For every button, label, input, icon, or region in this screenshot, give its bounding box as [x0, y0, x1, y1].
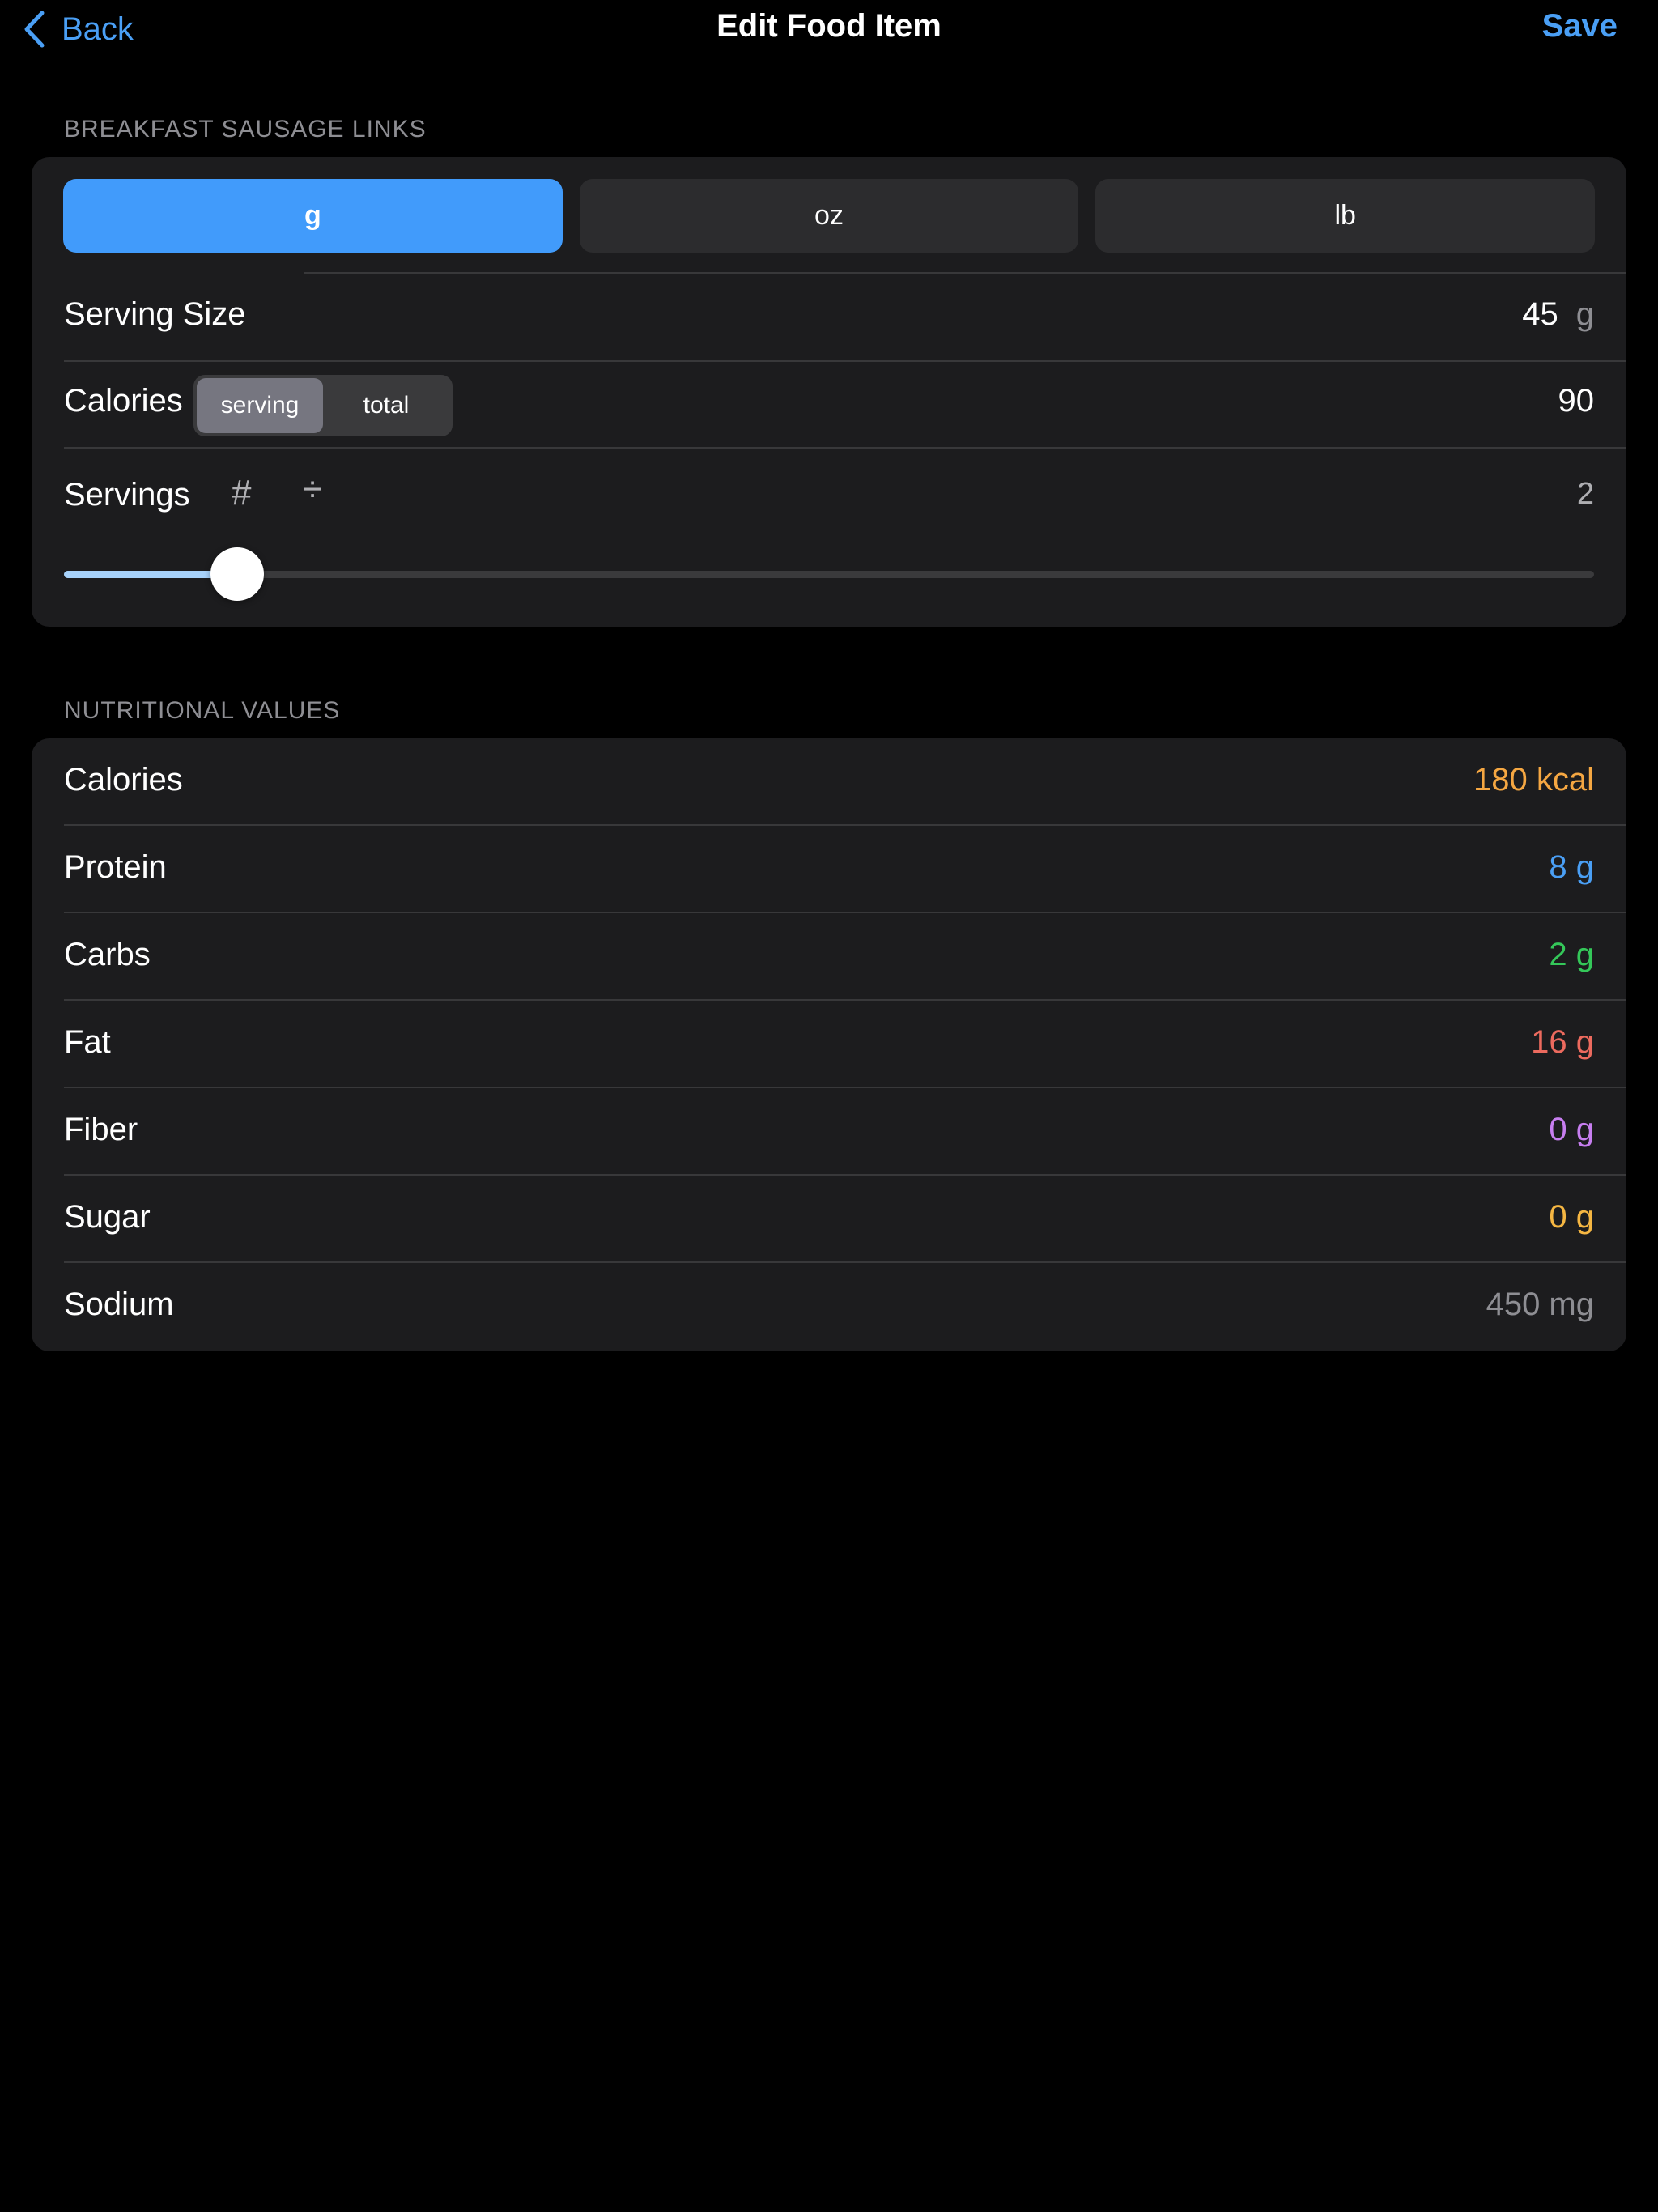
nutrition-label: Fiber — [64, 1112, 138, 1147]
unit-option-lb[interactable]: lb — [1095, 179, 1596, 253]
divide-icon[interactable]: ÷ — [303, 470, 322, 510]
mode-option-serving[interactable]: serving — [197, 378, 323, 433]
nutrition-row-carbs: Carbs 2 g — [32, 913, 1626, 1001]
nutrition-label: Sodium — [64, 1287, 174, 1322]
nutrition-value: 0 g — [1549, 1199, 1594, 1235]
nutrition-value: 16 g — [1531, 1024, 1594, 1060]
divider — [64, 447, 1626, 449]
unit-option-g[interactable]: g — [63, 179, 563, 253]
serving-size-value[interactable]: 45 — [1522, 296, 1558, 333]
slider-thumb[interactable] — [210, 547, 264, 601]
hash-icon[interactable]: # — [232, 473, 251, 513]
nutrition-value: 450 mg — [1486, 1287, 1594, 1322]
nutrition-value: 8 g — [1549, 849, 1594, 885]
servings-label: Servings — [64, 477, 190, 513]
calories-value[interactable]: 90 — [1558, 383, 1595, 419]
nutrition-row-fat: Fat 16 g — [32, 1001, 1626, 1088]
divider — [64, 360, 1626, 362]
edit-food-item-screen: Back Edit Food Item Save BREAKFAST SAUSA… — [0, 0, 1658, 2212]
nutrition-row-calories: Calories 180 kcal — [32, 738, 1626, 826]
calories-mode-toggle: serving total — [193, 375, 453, 436]
servings-slider[interactable] — [64, 547, 1594, 601]
nutrition-label: Sugar — [64, 1199, 151, 1235]
nutrition-card: Calories 180 kcal Protein 8 g Carbs 2 g … — [32, 738, 1626, 1351]
nutrition-row-sugar: Sugar 0 g — [32, 1176, 1626, 1263]
nutrition-row-sodium: Sodium 450 mg — [32, 1263, 1626, 1351]
nutrition-value: 180 kcal — [1473, 762, 1594, 798]
serving-size-label: Serving Size — [64, 296, 246, 332]
unit-selector: g oz lb — [63, 179, 1596, 253]
calories-label: Calories — [64, 383, 183, 419]
nutrition-row-fiber: Fiber 0 g — [32, 1088, 1626, 1176]
mode-option-total[interactable]: total — [323, 378, 449, 433]
food-name-header: BREAKFAST SAUSAGE LINKS — [64, 116, 427, 143]
serving-size-field[interactable]: 45 g — [1522, 296, 1594, 333]
nutrition-value: 2 g — [1549, 937, 1594, 972]
nutrition-row-protein: Protein 8 g — [32, 826, 1626, 913]
nutrition-label: Carbs — [64, 937, 151, 972]
divider — [304, 272, 1626, 274]
servings-value: 2 — [1576, 477, 1594, 511]
unit-option-oz[interactable]: oz — [579, 179, 1079, 253]
navigation-bar: Back Edit Food Item Save — [0, 0, 1658, 62]
nutrition-value: 0 g — [1549, 1112, 1594, 1147]
nutrition-label: Fat — [64, 1024, 111, 1060]
serving-settings-card: g oz lb Serving Size 45 g Calories servi… — [32, 157, 1626, 627]
serving-size-unit: g — [1575, 296, 1594, 332]
page-title: Edit Food Item — [716, 8, 942, 44]
nutrition-label: Protein — [64, 849, 167, 885]
nutrition-header: NUTRITIONAL VALUES — [64, 697, 341, 724]
nutrition-label: Calories — [64, 762, 183, 798]
save-button[interactable]: Save — [1542, 8, 1618, 45]
